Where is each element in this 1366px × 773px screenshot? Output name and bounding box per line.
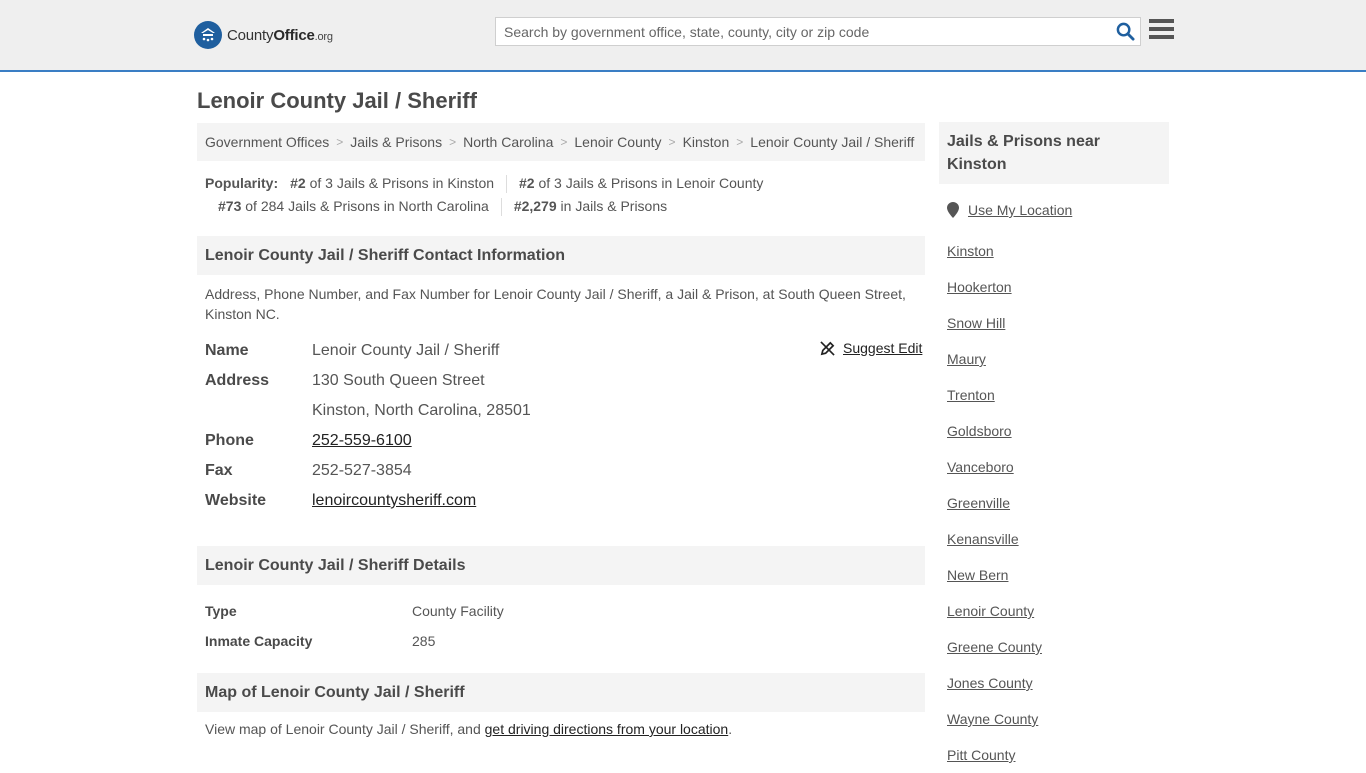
address-line2: Kinston, North Carolina, 28501 <box>312 402 531 419</box>
sidebar-link-wayne-county[interactable]: Wayne County <box>947 711 1038 727</box>
sidebar-link-maury[interactable]: Maury <box>947 351 986 367</box>
sidebar-link-lenoir-county[interactable]: Lenoir County <box>947 603 1034 619</box>
address-line1: 130 South Queen Street <box>312 372 485 389</box>
popularity-item: #73 of 284 Jails & Prisons in North Caro… <box>218 198 489 214</box>
capacity-value: 285 <box>412 633 436 649</box>
chevron-right-icon: > <box>736 135 744 149</box>
chevron-right-icon: > <box>668 135 676 149</box>
type-value: County Facility <box>412 603 504 619</box>
contact-info-heading: Lenoir County Jail / Sheriff Contact Inf… <box>197 236 925 275</box>
sidebar-link-snow-hill[interactable]: Snow Hill <box>947 315 1005 331</box>
breadcrumb: Government Offices > Jails & Prisons > N… <box>197 123 925 161</box>
site-header: CountyOffice.org <box>0 0 1366 72</box>
sidebar-link-new-bern[interactable]: New Bern <box>947 567 1008 583</box>
sidebar-link-pitt-county[interactable]: Pitt County <box>947 747 1015 763</box>
chevron-right-icon: > <box>336 135 344 149</box>
name-label: Name <box>205 342 249 359</box>
breadcrumb-kinston[interactable]: Kinston <box>683 134 730 150</box>
breadcrumb-jails-prisons[interactable]: Jails & Prisons <box>350 134 442 150</box>
page-title: Lenoir County Jail / Sheriff <box>197 88 477 113</box>
contact-description: Address, Phone Number, and Fax Number fo… <box>205 286 906 322</box>
details-heading: Lenoir County Jail / Sheriff Details <box>197 546 925 585</box>
sidebar-link-trenton[interactable]: Trenton <box>947 387 995 403</box>
name-value: Lenoir County Jail / Sheriff <box>312 342 500 359</box>
chevron-right-icon: > <box>560 135 568 149</box>
breadcrumb-lenoir-county[interactable]: Lenoir County <box>574 134 661 150</box>
sidebar-heading: Jails & Prisons near Kinston <box>939 122 1169 184</box>
map-description: View map of Lenoir County Jail / Sheriff… <box>205 721 733 737</box>
sidebar-link-goldsboro[interactable]: Goldsboro <box>947 423 1012 439</box>
map-heading: Map of Lenoir County Jail / Sheriff <box>197 673 925 712</box>
popularity-item: #2 of 3 Jails & Prisons in Lenoir County <box>519 175 764 191</box>
phone-link[interactable]: 252-559-6100 <box>312 432 412 449</box>
sidebar-link-kenansville[interactable]: Kenansville <box>947 531 1019 547</box>
breadcrumb-north-carolina[interactable]: North Carolina <box>463 134 553 150</box>
breadcrumb-current[interactable]: Lenoir County Jail / Sheriff <box>750 134 914 150</box>
phone-label: Phone <box>205 432 254 449</box>
sidebar-link-kinston[interactable]: Kinston <box>947 243 994 259</box>
popularity-item: #2 of 3 Jails & Prisons in Kinston <box>290 175 495 191</box>
search-icon <box>1116 22 1135 41</box>
divider <box>506 174 508 193</box>
sidebar-link-jones-county[interactable]: Jones County <box>947 675 1033 691</box>
use-my-location-button[interactable]: Use My Location <box>947 197 1169 223</box>
contact-info-list: Name Lenoir County Jail / Sheriff Addres… <box>205 336 925 516</box>
countyoffice-logo[interactable]: CountyOffice.org <box>194 21 333 49</box>
search-button[interactable] <box>1110 18 1140 45</box>
divider <box>500 197 502 216</box>
type-label: Type <box>205 603 237 619</box>
sidebar-link-greenville[interactable]: Greenville <box>947 495 1010 511</box>
logo-wordmark: CountyOffice.org <box>227 26 333 44</box>
sidebar-nearby-list: Use My Location Kinston Hookerton Snow H… <box>947 197 1169 773</box>
driving-directions-link[interactable]: get driving directions from your locatio… <box>485 721 729 737</box>
website-link[interactable]: lenoircountysheriff.com <box>312 492 476 509</box>
capacity-label: Inmate Capacity <box>205 633 313 649</box>
hamburger-menu-icon[interactable] <box>1149 19 1175 43</box>
popularity-rankings: Popularity: #2 of 3 Jails & Prisons in K… <box>205 172 925 218</box>
address-label: Address <box>205 372 270 389</box>
map-pin-icon <box>947 202 959 218</box>
website-label: Website <box>205 492 267 509</box>
fax-value: 252-527-3854 <box>312 462 412 479</box>
sidebar-link-vanceboro[interactable]: Vanceboro <box>947 459 1014 475</box>
breadcrumb-government-offices[interactable]: Government Offices <box>205 134 329 150</box>
search-bar <box>495 17 1141 46</box>
popularity-label: Popularity: <box>205 175 279 191</box>
logo-emblem-icon <box>194 21 222 49</box>
sidebar-link-hookerton[interactable]: Hookerton <box>947 279 1012 295</box>
details-list: Type County Facility Inmate Capacity 285 <box>205 596 504 656</box>
search-input[interactable] <box>496 18 1110 45</box>
chevron-right-icon: > <box>449 135 457 149</box>
fax-label: Fax <box>205 462 233 479</box>
sidebar-link-greene-county[interactable]: Greene County <box>947 639 1042 655</box>
popularity-item: #2,279 in Jails & Prisons <box>513 198 668 214</box>
